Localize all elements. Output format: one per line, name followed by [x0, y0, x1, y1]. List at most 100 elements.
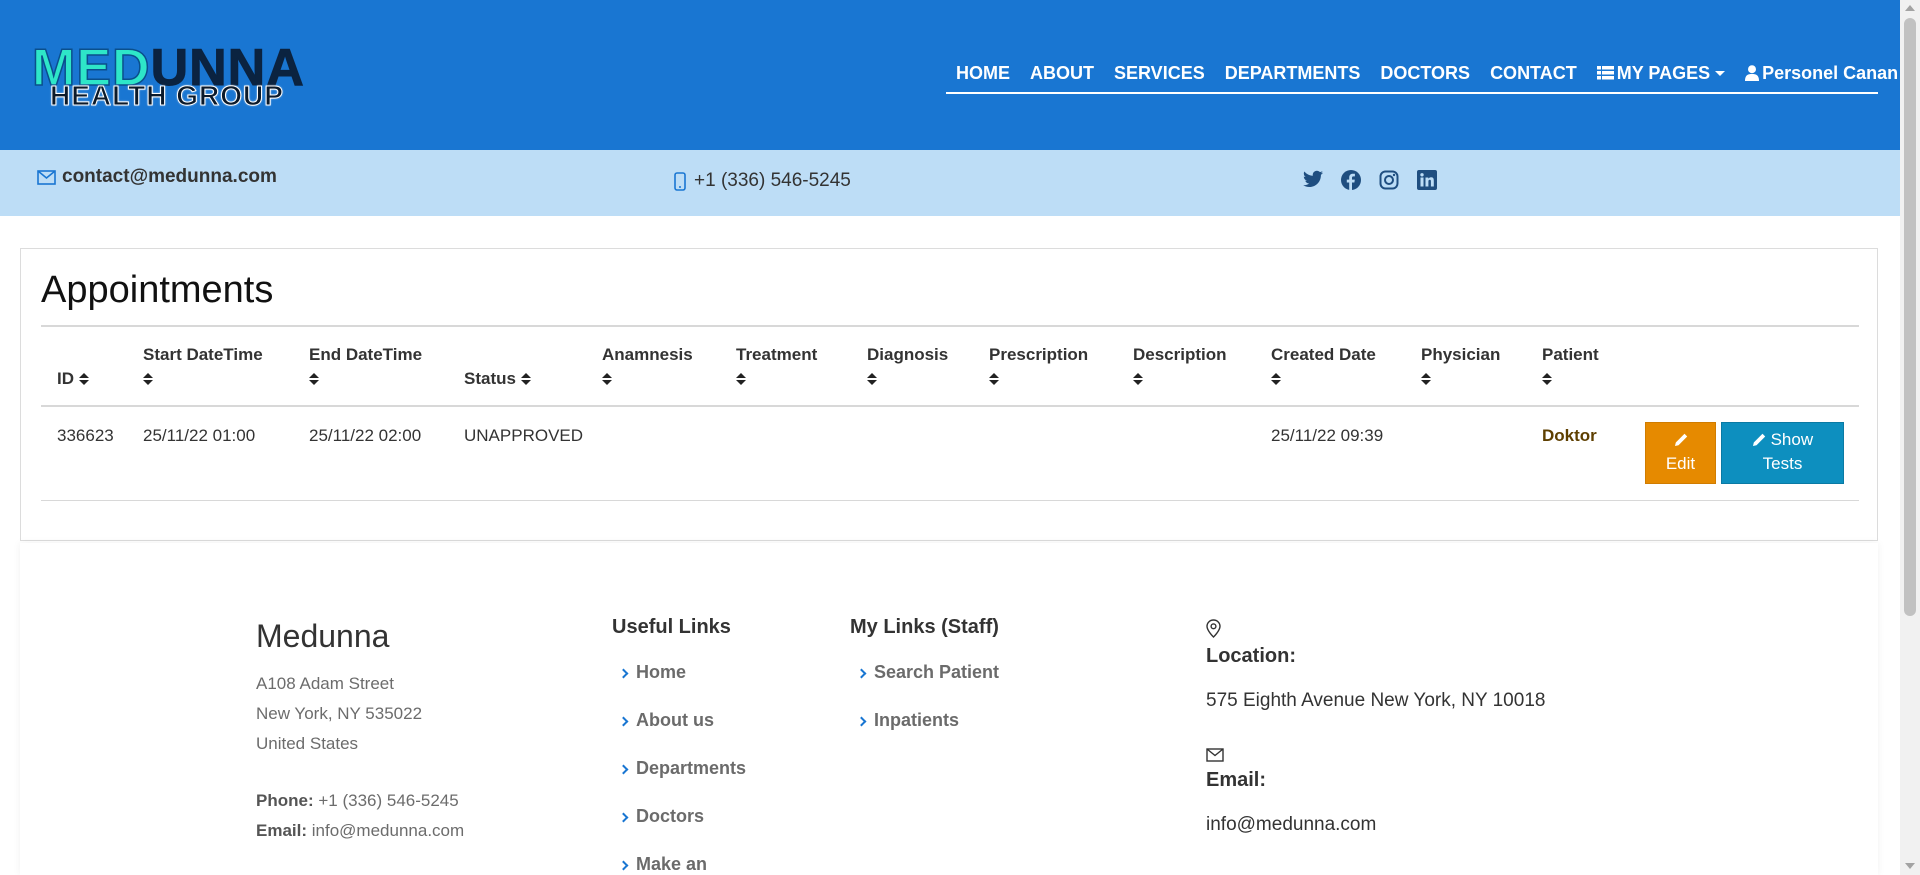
strip-email-text: contact@medunna.com: [62, 166, 277, 187]
instagram-icon[interactable]: [1379, 170, 1399, 190]
th-anamnesis-label: Anamnesis: [602, 345, 693, 364]
page-title: Appointments: [41, 269, 274, 311]
show-tests-label-line2: Tests: [1762, 454, 1803, 473]
list-icon: [1596, 66, 1614, 80]
envelope-icon: [1206, 748, 1224, 766]
nav-contact[interactable]: CONTACT: [1490, 60, 1577, 86]
th-description[interactable]: Description: [1133, 343, 1227, 391]
sort-icon: [1421, 372, 1431, 387]
sort-icon: [1271, 372, 1281, 387]
th-prescription[interactable]: Prescription: [989, 343, 1088, 391]
strip-email[interactable]: contact@medunna.com: [37, 166, 277, 188]
chevron-right-icon: [618, 668, 629, 679]
sort-icon: [143, 372, 153, 387]
th-diagnosis[interactable]: Diagnosis: [867, 343, 948, 391]
footer-link-home[interactable]: Home: [618, 662, 746, 710]
footer-link-doctors[interactable]: Doctors: [618, 806, 746, 854]
divider: [41, 325, 1859, 327]
site-footer: Medunna A108 Adam Street New York, NY 53…: [20, 543, 1878, 875]
footer-link-label: Make an: [636, 854, 708, 874]
edit-button[interactable]: Edit: [1645, 422, 1716, 484]
footer-location: Location: 575 Eighth Avenue New York, NY…: [1206, 619, 1545, 712]
footer-brand: Medunna: [256, 618, 390, 654]
site-header: MEDUNNA HEALTH GROUP HOME ABOUT SERVICES…: [0, 0, 1914, 150]
th-patient-label: Patient: [1542, 345, 1599, 364]
main-nav: HOME ABOUT SERVICES DEPARTMENTS DOCTORS …: [946, 60, 1914, 94]
nav-my-pages-dropdown[interactable]: MY PAGES: [1596, 60, 1726, 86]
scrollbar-thumb[interactable]: [1904, 18, 1916, 616]
th-id-label: ID: [57, 369, 74, 388]
nav-user-dropdown[interactable]: Personel Canan: [1745, 60, 1914, 86]
nav-doctors[interactable]: DOCTORS: [1380, 60, 1470, 86]
footer-link-search-patient[interactable]: Search Patient: [856, 662, 1000, 710]
th-physician[interactable]: Physician: [1421, 343, 1500, 391]
footer-location-value: 575 Eighth Avenue New York, NY 10018: [1206, 690, 1546, 711]
address-line: A108 Adam Street: [256, 674, 394, 693]
footer-link-label: Search Patient: [874, 662, 1000, 682]
nav-home[interactable]: HOME: [956, 60, 1010, 86]
footer-email-label: Email:: [256, 821, 308, 840]
footer-link-inpatients[interactable]: Inpatients: [856, 710, 999, 758]
phone-icon: [674, 171, 686, 191]
footer-link-departments[interactable]: Departments: [618, 758, 747, 806]
strip-phone-text: +1 (336) 546-5245: [694, 170, 851, 191]
chevron-right-icon: [856, 716, 867, 727]
footer-email-value[interactable]: info@medunna.com: [312, 821, 464, 840]
sort-icon: [989, 372, 999, 387]
scroll-up-arrow-icon[interactable]: [1905, 5, 1915, 11]
th-prescription-label: Prescription: [989, 345, 1089, 364]
medunna-logo[interactable]: MEDUNNA HEALTH GROUP: [31, 41, 392, 112]
strip-phone[interactable]: +1 (336) 546-5245: [674, 170, 851, 192]
th-anamnesis[interactable]: Anamnesis: [602, 343, 693, 391]
footer-link-label: Departments: [636, 758, 747, 778]
scrollbar[interactable]: [1900, 0, 1920, 875]
envelope-icon: [37, 169, 56, 185]
th-status-label: Status: [464, 369, 516, 388]
footer-email2-value[interactable]: info@medunna.com: [1206, 814, 1376, 836]
th-status[interactable]: Status: [464, 367, 531, 391]
appointments-card: Appointments ID Start DateTime End DateT…: [20, 248, 1878, 541]
th-treatment[interactable]: Treatment: [736, 343, 817, 391]
th-diagnosis-label: Diagnosis: [867, 345, 949, 364]
footer-address: A108 Adam Street New York, NY 535022 Uni…: [256, 669, 422, 759]
footer-phone: Phone: +1 (336) 546-5245: [256, 786, 464, 816]
nav-about[interactable]: ABOUT: [1030, 60, 1094, 86]
chevron-down-icon: [1715, 70, 1726, 76]
th-created-label: Created Date: [1271, 345, 1376, 364]
scroll-down-arrow-icon[interactable]: [1905, 863, 1915, 869]
th-id[interactable]: ID: [57, 367, 89, 391]
footer-phone-value: +1 (336) 546-5245: [318, 791, 459, 810]
linkedin-icon[interactable]: [1417, 170, 1437, 190]
nav-my-pages-label: MY PAGES: [1616, 63, 1711, 83]
footer-email2-label: Email:: [1206, 769, 1267, 791]
th-end-datetime[interactable]: End DateTime: [309, 343, 422, 391]
divider: [41, 405, 1859, 407]
staff-links: Search Patient Inpatients: [856, 662, 1000, 758]
nav-services[interactable]: SERVICES: [1114, 60, 1205, 86]
sort-icon: [736, 372, 746, 387]
th-created-date[interactable]: Created Date: [1271, 343, 1376, 391]
footer-link-label: Home: [636, 662, 687, 682]
sort-icon: [867, 372, 877, 387]
twitter-icon[interactable]: [1303, 170, 1323, 190]
nav-departments[interactable]: DEPARTMENTS: [1225, 60, 1361, 86]
footer-link-label: About us: [636, 710, 714, 730]
cell-patient[interactable]: Doktor: [1542, 424, 1597, 448]
th-treatment-label: Treatment: [736, 345, 818, 364]
cell-end: 25/11/22 02:00: [309, 426, 422, 445]
footer-link-make-appointment[interactable]: Make an: [618, 854, 746, 875]
footer-link-about[interactable]: About us: [618, 710, 746, 758]
show-tests-button[interactable]: Show Tests: [1721, 422, 1844, 484]
th-patient[interactable]: Patient: [1542, 343, 1599, 391]
divider: [41, 500, 1859, 501]
edit-button-label: Edit: [1665, 454, 1696, 473]
footer-link-label: Doctors: [636, 806, 705, 826]
chevron-right-icon: [618, 860, 629, 871]
th-start-datetime[interactable]: Start DateTime: [143, 343, 263, 391]
cell-id[interactable]: 336623: [57, 424, 114, 448]
th-description-label: Description: [1133, 345, 1227, 364]
sort-icon: [1542, 372, 1552, 387]
facebook-icon[interactable]: [1341, 170, 1361, 190]
footer-email-block: Email: info@medunna.com: [1206, 748, 1376, 836]
th-end-label: End DateTime: [309, 345, 423, 364]
